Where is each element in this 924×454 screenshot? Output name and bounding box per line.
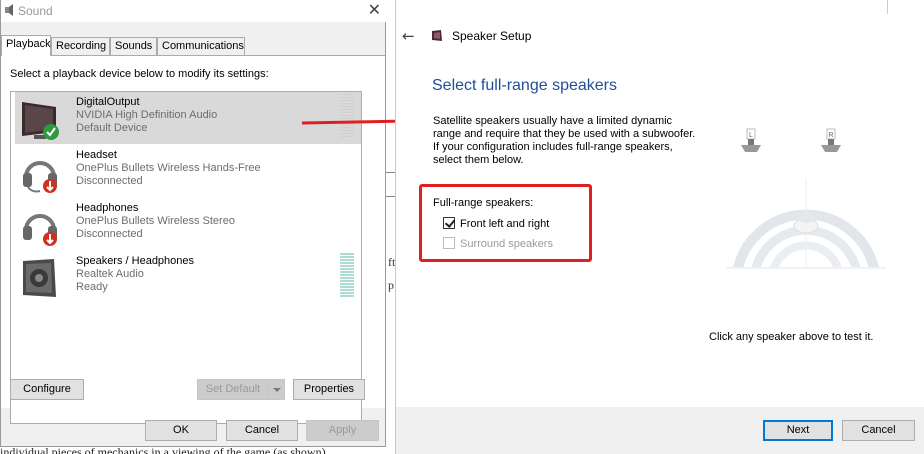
tab-communications[interactable]: Communications — [157, 37, 245, 55]
device-status: Default Device — [76, 122, 148, 134]
device-status: Disconnected — [76, 228, 143, 240]
device-status: Ready — [76, 281, 108, 293]
device-description: Realtek Audio — [76, 268, 144, 280]
back-arrow-icon[interactable]: ← — [402, 27, 415, 45]
page-heading: Select full-range speakers — [432, 77, 617, 94]
headset-icon — [23, 161, 57, 193]
device-status: Disconnected — [76, 175, 143, 187]
annotation-highlight-box — [419, 184, 592, 262]
device-item-speakers[interactable]: Speakers / Headphones Realtek Audio Read… — [15, 251, 361, 303]
level-meter — [340, 253, 354, 297]
cancel-button[interactable]: Cancel — [226, 420, 298, 441]
setup-footer: Next Cancel — [396, 407, 924, 454]
sound-dialog: Sound ✕ Playback Recording Sounds Commun… — [0, 0, 387, 447]
device-item-headphones[interactable]: Headphones OnePlus Bullets Wireless Ster… — [15, 198, 361, 250]
next-button[interactable]: Next — [763, 420, 833, 441]
monitor-icon — [22, 102, 59, 140]
setup-cancel-button[interactable]: Cancel — [842, 420, 915, 441]
device-description: OnePlus Bullets Wireless Hands-Free — [76, 162, 261, 174]
close-icon[interactable]: ✕ — [368, 1, 381, 19]
tab-recording[interactable]: Recording — [51, 37, 110, 55]
device-description: OnePlus Bullets Wireless Stereo — [76, 215, 235, 227]
device-list: DigitalOutput NVIDIA High Definition Aud… — [10, 91, 362, 424]
device-name: Headphones — [76, 202, 139, 214]
sound-app-icon — [5, 4, 13, 16]
speaker-diagram: L R — [726, 128, 886, 270]
speaker-setup-title: Speaker Setup — [452, 29, 532, 43]
headphones-icon — [23, 214, 57, 246]
test-hint: Click any speaker above to test it. — [709, 331, 874, 343]
device-name: Headset — [76, 149, 117, 161]
properties-button[interactable]: Properties — [293, 379, 365, 400]
ok-button[interactable]: OK — [145, 420, 217, 441]
device-item-headset[interactable]: Headset OnePlus Bullets Wireless Hands-F… — [15, 145, 361, 197]
sound-title: Sound — [18, 4, 53, 18]
sound-titlebar: Sound ✕ — [1, 0, 387, 22]
configure-button[interactable]: Configure — [10, 379, 84, 400]
tab-playback[interactable]: Playback — [1, 35, 51, 56]
speaker-setup-icon — [432, 30, 442, 41]
apply-button[interactable]: Apply — [306, 420, 379, 441]
device-name: DigitalOutput — [76, 96, 140, 108]
set-default-dropdown[interactable] — [268, 379, 285, 400]
setup-description: Satellite speakers usually have a limite… — [433, 115, 696, 166]
window-edge — [887, 0, 888, 14]
right-speaker-label: R — [828, 132, 833, 139]
left-speaker-label: L — [749, 132, 753, 139]
set-default-button[interactable]: Set Default — [197, 379, 269, 400]
speaker-setup-dialog: ← Speaker Setup Select full-range speake… — [395, 0, 924, 454]
device-name: Speakers / Headphones — [76, 255, 195, 267]
bg-fragment: p — [388, 278, 394, 292]
device-description: NVIDIA High Definition Audio — [76, 109, 218, 121]
playback-panel: Select a playback device below to modify… — [1, 55, 385, 424]
speaker-icon — [23, 259, 56, 297]
sound-tabs: Playback Recording Sounds Communications — [1, 35, 387, 56]
playback-instruction: Select a playback device below to modify… — [10, 68, 269, 80]
tab-sounds[interactable]: Sounds — [110, 37, 157, 55]
